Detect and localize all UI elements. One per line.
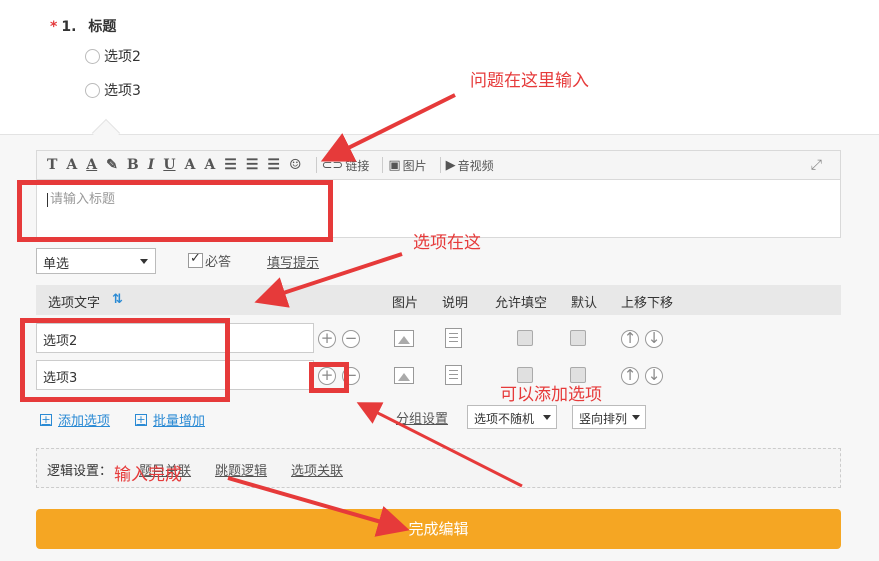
link-label: 链接 — [345, 158, 370, 173]
required-star: * — [50, 19, 58, 35]
font-color-icon[interactable]: A — [86, 157, 97, 173]
move-up-icon[interactable]: ↑ — [621, 330, 639, 348]
annotation-box-add — [309, 362, 349, 393]
annotation-options-here: 选项在这 — [413, 233, 481, 253]
preview-option-label: 选项2 — [104, 49, 141, 65]
preview-option[interactable]: 选项2 — [85, 46, 141, 66]
toolbar-divider — [382, 157, 384, 173]
required-toggle[interactable]: 必答 — [188, 251, 231, 270]
header-description: 说明 — [442, 296, 469, 311]
group-settings-link[interactable]: 分组设置 — [396, 408, 448, 427]
subscript-icon[interactable]: A — [185, 157, 196, 173]
annotation-box-options — [20, 318, 230, 402]
header-allow-fill: 允许填空 — [495, 296, 548, 311]
batch-add-label: 批量增加 — [153, 414, 206, 429]
option-relation-link[interactable]: 选项关联 — [291, 460, 343, 479]
radio-button[interactable] — [85, 82, 100, 98]
default-checkbox[interactable] — [570, 330, 586, 346]
preview-option-label: 选项3 — [104, 83, 141, 99]
align-center-icon[interactable]: ☰ — [246, 157, 259, 173]
finish-edit-button[interactable]: 完成编辑 — [36, 509, 841, 549]
toolbar-divider — [439, 157, 441, 173]
annotation-add-options: 可以添加选项 — [500, 385, 602, 405]
required-checkbox[interactable] — [188, 251, 203, 268]
bold-icon[interactable]: B — [127, 157, 139, 173]
question-type-select[interactable]: 单选 — [36, 248, 156, 274]
question-title: * 1. 标题 — [50, 16, 116, 36]
font-style-icon[interactable]: T — [47, 157, 57, 173]
align-right-icon[interactable]: ☰ — [267, 157, 280, 173]
header-option-text: 选项文字 — [48, 296, 101, 311]
batch-add-icon: + — [135, 412, 147, 426]
fullscreen-icon[interactable]: ⤢ — [811, 157, 822, 173]
logic-label: 逻辑设置： — [47, 464, 113, 479]
random-order-select[interactable]: 选项不随机 — [467, 405, 557, 429]
question-title-text: 标题 — [88, 19, 117, 35]
preview-option[interactable]: 选项3 — [85, 80, 141, 100]
font-size-icon[interactable]: A — [66, 157, 77, 173]
annotation-box-title — [17, 180, 333, 242]
highlight-icon[interactable]: ✎ — [106, 157, 118, 173]
rich-text-toolbar: T A A ✎ B I U A A ☰ ☰ ☰ ☺ ⊂⊃ 链接 ▣ 图片 ▶ 音视频 … — [36, 150, 841, 180]
batch-add-button[interactable]: + 批量增加 — [135, 410, 205, 429]
annotation-title-here: 问题在这里输入 — [470, 71, 589, 91]
toolbar-divider — [315, 157, 317, 173]
image-button[interactable]: ▣ 图片 — [388, 157, 426, 174]
move-down-icon[interactable]: ↓ — [645, 367, 663, 385]
header-default: 默认 — [571, 296, 598, 311]
video-button[interactable]: ▶ 音视频 — [446, 157, 494, 174]
radio-button[interactable] — [85, 48, 100, 64]
sort-icon[interactable]: ⇅ — [112, 292, 123, 307]
link-button[interactable]: ⊂⊃ 链接 — [322, 157, 370, 174]
link-icon: ⊂⊃ — [321, 157, 344, 173]
required-label: 必答 — [205, 255, 232, 270]
superscript-icon[interactable]: A — [204, 157, 215, 173]
add-option-button[interactable]: + 添加选项 — [40, 410, 110, 429]
option-image-icon[interactable] — [394, 330, 414, 347]
align-left-icon[interactable]: ☰ — [224, 157, 237, 173]
image-label: 图片 — [402, 158, 427, 173]
jump-logic-link[interactable]: 跳题逻辑 — [215, 460, 267, 479]
italic-icon[interactable]: I — [148, 157, 155, 173]
question-preview: * 1. 标题 选项2 选项3 — [0, 0, 879, 134]
video-icon: ▶ — [445, 157, 456, 173]
option-image-icon[interactable] — [394, 367, 414, 384]
add-option-label: 添加选项 — [58, 414, 111, 429]
underline-icon[interactable]: U — [163, 157, 175, 173]
video-label: 音视频 — [457, 158, 494, 173]
move-down-icon[interactable]: ↓ — [645, 330, 663, 348]
plus-square-icon: + — [40, 412, 52, 426]
option-description-icon[interactable] — [445, 328, 462, 348]
move-up-icon[interactable]: ↑ — [621, 367, 639, 385]
layout-select[interactable]: 竖向排列 — [572, 405, 646, 429]
allow-fill-checkbox[interactable] — [517, 330, 533, 346]
option-table-header: 选项文字 ⇅ 图片 说明 允许填空 默认 上移下移 — [36, 285, 841, 315]
header-image: 图片 — [392, 296, 419, 311]
add-option-icon[interactable]: + — [318, 330, 336, 348]
emoji-icon[interactable]: ☺ — [289, 157, 302, 173]
annotation-enter-done: 输入完成 — [114, 465, 182, 485]
image-icon: ▣ — [388, 157, 401, 173]
option-description-icon[interactable] — [445, 365, 462, 385]
question-number: 1. — [61, 19, 77, 35]
fill-hint-link[interactable]: 填写提示 — [267, 252, 319, 271]
remove-option-icon[interactable]: − — [342, 330, 360, 348]
header-move: 上移下移 — [621, 296, 674, 311]
